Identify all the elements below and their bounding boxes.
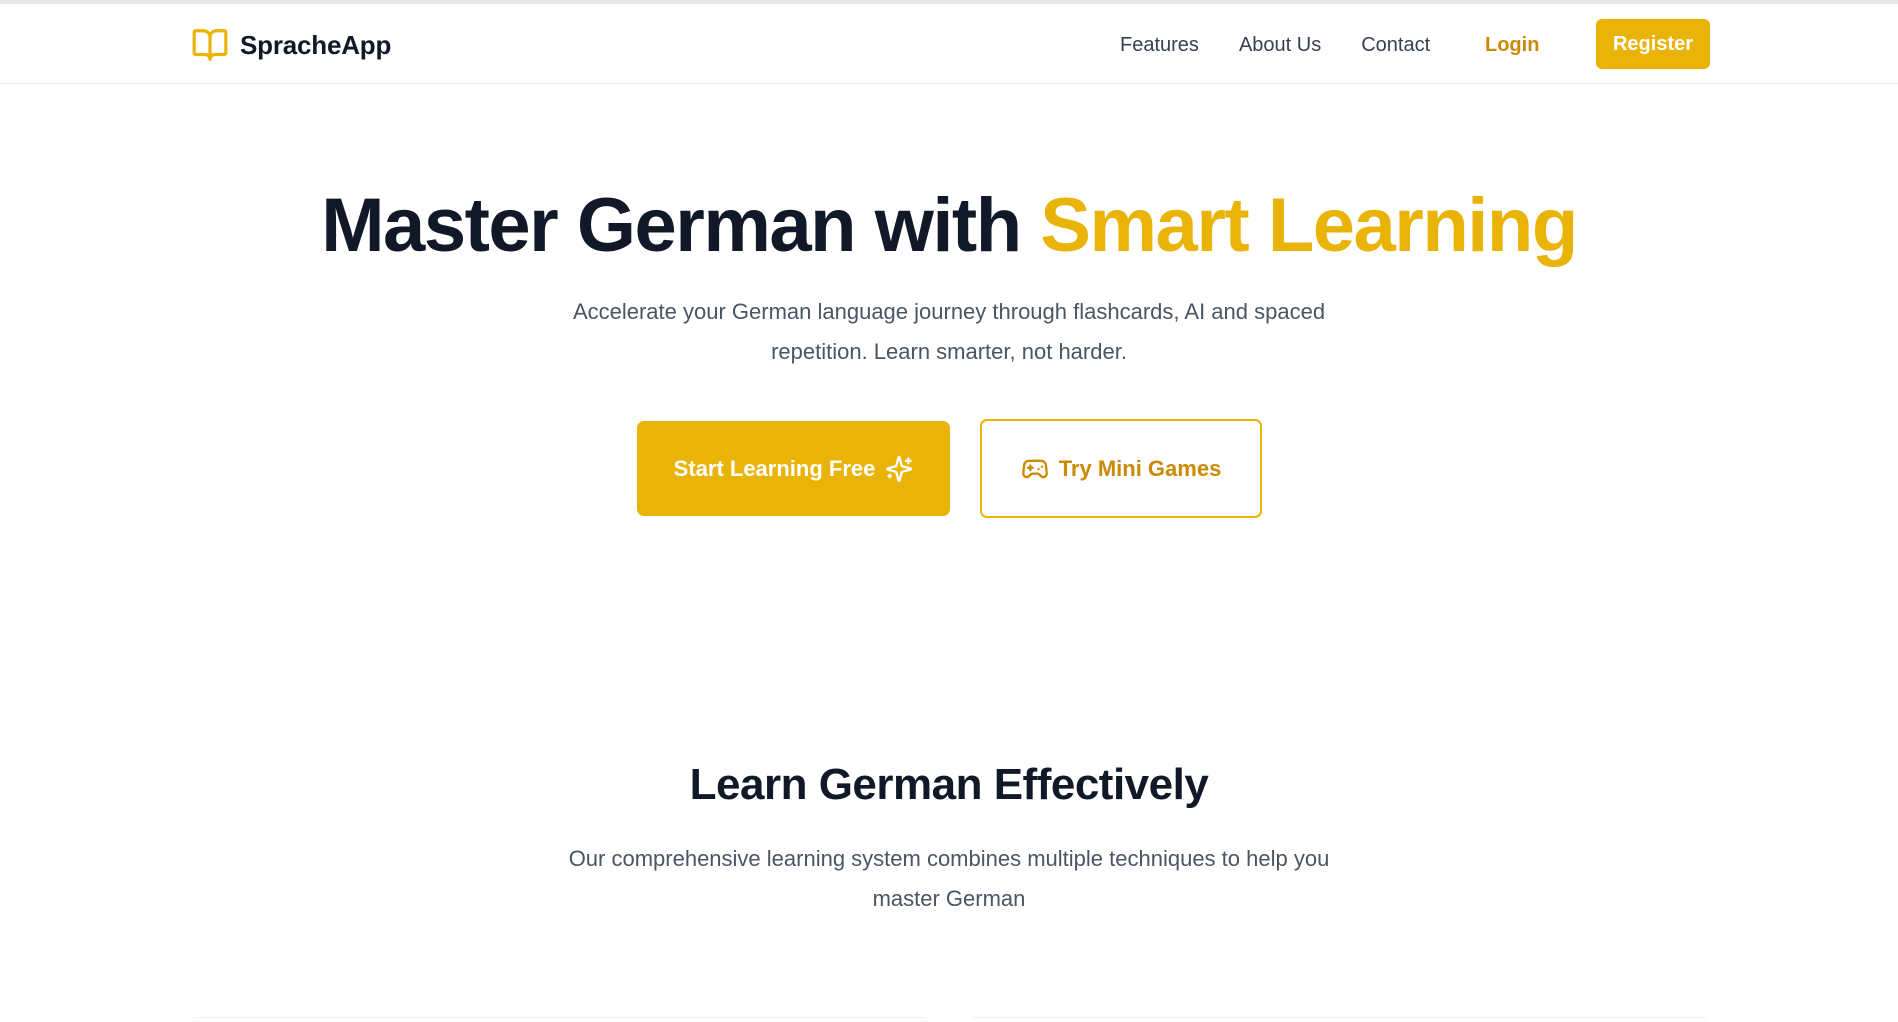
try-mini-games-button[interactable]: Try Mini Games — [980, 419, 1262, 518]
nav-link-about-us[interactable]: About Us — [1239, 34, 1321, 57]
brand-name: SpracheApp — [240, 29, 392, 60]
features-section-title: Learn German Effectively — [689, 760, 1209, 809]
nav-link-contact[interactable]: Contact — [1361, 34, 1430, 57]
navbar: SpracheApp Features About Us Contact Log… — [0, 4, 1898, 84]
feature-card-top-edge — [970, 1017, 1708, 1022]
nav-link-features[interactable]: Features — [1120, 34, 1199, 57]
register-button[interactable]: Register — [1596, 19, 1710, 69]
try-mini-games-label: Try Mini Games — [1058, 455, 1222, 481]
gamepad-icon — [1021, 459, 1048, 478]
brand-logo[interactable]: SpracheApp — [190, 26, 391, 64]
hero-title-accent: Smart Learning — [1040, 183, 1578, 268]
hero-title: Master German with Smart Learning — [0, 182, 1898, 269]
features-section-subtitle: Our comprehensive learning system combin… — [568, 846, 1330, 911]
login-link[interactable]: Login — [1485, 34, 1539, 57]
start-learning-label: Start Learning Free — [673, 455, 876, 481]
feature-card-top-edge — [190, 1017, 928, 1022]
sparkles-icon — [886, 455, 913, 482]
open-book-icon — [190, 26, 230, 64]
start-learning-button[interactable]: Start Learning Free — [637, 421, 950, 516]
hero-title-main: Master German with — [321, 183, 1041, 268]
hero-subtitle: Accelerate your German language journey … — [572, 299, 1326, 364]
nav-links: Features About Us Contact — [1120, 34, 1470, 57]
